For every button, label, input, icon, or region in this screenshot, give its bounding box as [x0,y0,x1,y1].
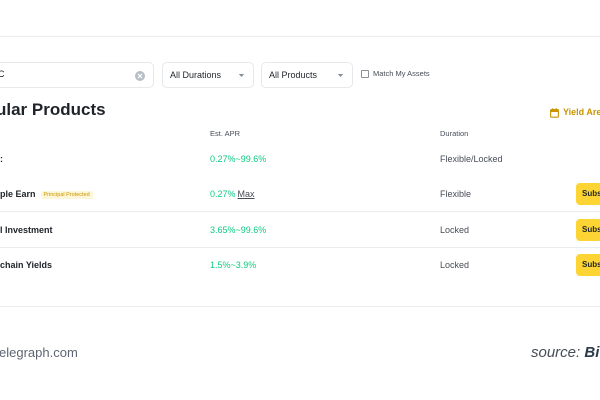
source-credit: source: Bi [531,344,600,361]
apr-value: 0.27% Max [210,189,255,199]
column-header-duration: Duration [440,129,469,138]
yield-link-label: Yield Are [563,107,600,117]
bottom-divider [0,306,600,307]
chevron-down-icon [238,74,245,77]
match-assets-label: Match My Assets [373,69,430,78]
search-input[interactable]: C [0,62,154,88]
product-select[interactable]: All Products [261,62,353,88]
apr-max-label: Max [237,189,255,199]
subscribe-button[interactable]: Subs [576,254,600,276]
table-row[interactable]: l Investment 3.65%~99.6% Locked Subs [0,212,600,248]
apr-value: 3.65%~99.6% [210,225,267,235]
duration-select-label: All Durations [170,70,222,80]
product-select-label: All Products [269,70,318,80]
source-site-label: elegraph.com [0,345,78,360]
top-divider [0,36,600,37]
product-name: l Investment [0,225,53,235]
apr-value: 1.5%~3.9% [210,260,257,270]
table-row[interactable]: : 0.27%~99.6% Flexible/Locked [0,141,600,177]
source-brand: Bi [584,344,600,361]
duration-value: Flexible/Locked [440,154,503,164]
duration-value: Locked [440,260,470,270]
filter-bar: C All Durations All Products Match My As… [0,62,600,88]
principal-protected-badge: Principal Protected [40,191,93,199]
checkbox-icon[interactable] [361,70,369,78]
subscribe-button[interactable]: Subs [576,219,600,241]
table-row[interactable]: chain Yields 1.5%~3.9% Locked Subs [0,247,600,283]
calendar-icon [550,108,559,118]
product-name: chain Yields [0,260,53,270]
table-row[interactable]: ple Earn Principal Protected 0.27% Max Fle… [0,176,600,212]
product-name: : [0,154,3,164]
product-name: ple Earn Principal Protected [0,189,93,199]
section-title: ular Products [0,100,106,119]
duration-select[interactable]: All Durations [162,62,254,88]
column-header-apr: Est. APR [210,129,241,138]
search-value: C [0,69,5,79]
subscribe-button[interactable]: Subs [576,183,600,205]
apr-value: 0.27%~99.6% [210,154,267,164]
clear-icon[interactable] [135,71,145,81]
chevron-down-icon [337,74,344,77]
duration-value: Locked [440,225,470,235]
duration-value: Flexible [440,189,472,199]
